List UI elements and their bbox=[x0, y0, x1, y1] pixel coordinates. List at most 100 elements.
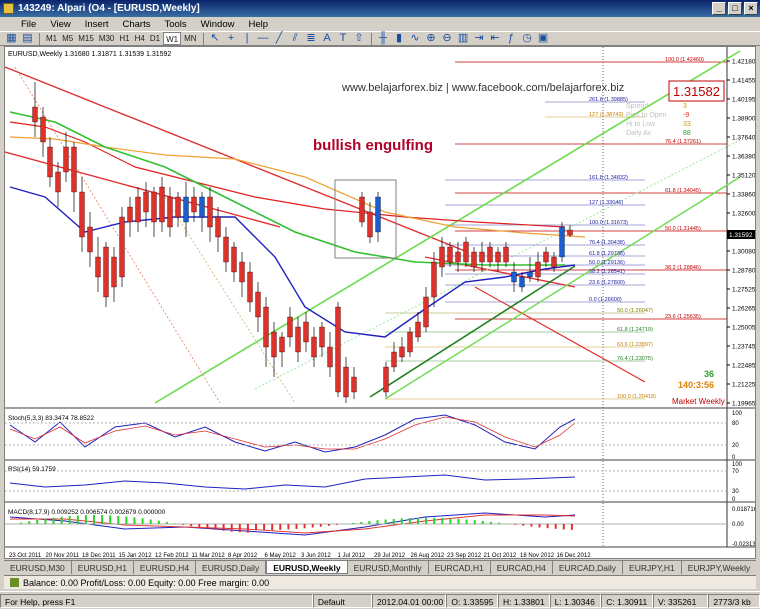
candle-body bbox=[423, 296, 429, 328]
zoom-in-icon[interactable]: ⊕ bbox=[424, 32, 439, 45]
candlestick-icon[interactable]: ▮ bbox=[392, 32, 407, 45]
tile-windows-icon[interactable]: ▥ bbox=[456, 32, 471, 45]
trendline-icon[interactable]: ╱ bbox=[272, 32, 287, 45]
period-m15-button[interactable]: M15 bbox=[76, 32, 96, 45]
candle-body bbox=[239, 261, 245, 283]
profiles-icon[interactable]: ▤ bbox=[20, 32, 35, 45]
time-axis-label: 3 Jun 2012 bbox=[301, 553, 331, 559]
candle-body bbox=[559, 226, 565, 258]
time-axis-label: 18 Nov 2012 bbox=[520, 553, 555, 559]
time-axis-label: 1 Jul 2012 bbox=[338, 553, 366, 559]
candle-body bbox=[471, 251, 477, 268]
price-chart[interactable]: 1.42180 1.41455 1.40195 1.38900 1.37640 1.363… bbox=[5, 47, 756, 559]
candle-body bbox=[439, 246, 445, 268]
arrows-icon[interactable]: ⇧ bbox=[352, 32, 367, 45]
status-low: L: 1.30346 bbox=[549, 593, 602, 608]
candle-body bbox=[295, 326, 301, 353]
autoscroll-icon[interactable]: ⇥ bbox=[472, 32, 487, 45]
close-button[interactable]: × bbox=[744, 2, 758, 15]
chart-tab[interactable]: EURCAD,H1 bbox=[429, 561, 491, 574]
fib-extension-label: 127 (1.33046) bbox=[589, 200, 623, 206]
info-label-pips-to-open: Pips to Open bbox=[626, 112, 667, 119]
candle-body bbox=[79, 191, 85, 238]
info-label-daily-av: Daily Av bbox=[626, 130, 652, 137]
menu-tools[interactable]: Tools bbox=[157, 19, 193, 30]
zoom-out-icon[interactable]: ⊖ bbox=[440, 32, 455, 45]
fib-extension-label: 50.0 (1.26047) bbox=[617, 308, 653, 314]
minimize-button[interactable]: _ bbox=[712, 2, 726, 15]
menu-help[interactable]: Help bbox=[241, 19, 275, 30]
line-chart-icon[interactable]: ∿ bbox=[408, 32, 423, 45]
menu-insert[interactable]: Insert bbox=[78, 19, 116, 30]
candle-body bbox=[119, 216, 125, 278]
fib-level-label: 38.2 (1.28846) bbox=[665, 265, 701, 271]
candle-body bbox=[431, 261, 437, 298]
chart-tab[interactable]: EURCAD,H4 bbox=[491, 561, 553, 574]
new-chart-icon[interactable]: ▦ bbox=[4, 32, 19, 45]
fib-level-label: 23.6 (1.25635) bbox=[665, 314, 701, 320]
time-axis-label: 20 Nov 2011 bbox=[46, 553, 80, 559]
stoch-axis-label: 20 bbox=[732, 443, 739, 449]
macd-axis-label: -0.023138 bbox=[732, 542, 756, 548]
fibonacci-icon[interactable]: ≣ bbox=[304, 32, 319, 45]
period-mn-button[interactable]: MN bbox=[182, 32, 198, 45]
period-w1-button[interactable]: W1 bbox=[163, 32, 182, 45]
toolbar-separator bbox=[202, 32, 204, 45]
chart-tab[interactable]: EURJPY,H1 bbox=[623, 561, 682, 574]
chart-tab[interactable]: EURUSD,Weekly bbox=[266, 561, 348, 574]
candle-body bbox=[479, 251, 485, 263]
chart-tab[interactable]: EURUSD,H4 bbox=[134, 561, 197, 574]
text-icon[interactable]: A bbox=[320, 32, 335, 45]
time-axis-label: 18 Dec 2011 bbox=[82, 553, 116, 559]
candlestick bbox=[383, 362, 389, 397]
menu-file[interactable]: File bbox=[14, 19, 43, 30]
templates-icon[interactable]: ▣ bbox=[536, 32, 551, 45]
chart-window[interactable]: 1.42180 1.41455 1.40195 1.38900 1.37640 1.363… bbox=[4, 46, 756, 559]
chart-tabs: EURUSD,M30 EURUSD,H1 EURUSD,H4 EURUSD,Daily… bbox=[4, 560, 756, 574]
price-axis-label: 1.26265 bbox=[732, 306, 756, 313]
periods-icon[interactable]: ◷ bbox=[520, 32, 535, 45]
pattern-annotation: bullish engulfing bbox=[313, 137, 433, 154]
menu-window[interactable]: Window bbox=[194, 19, 242, 30]
counter-time: 140:3:56 bbox=[678, 380, 714, 390]
fib-extension-label: 161.8 (1.34832) bbox=[589, 175, 628, 181]
chart-tab[interactable]: EURUSD,H1 bbox=[72, 561, 134, 574]
candle-body bbox=[351, 376, 357, 393]
chart-tab[interactable]: EURCAD,Daily bbox=[553, 561, 624, 574]
chart-shift-icon[interactable]: ⇤ bbox=[488, 32, 503, 45]
chart-tab[interactable]: EURUSD,Daily bbox=[196, 561, 267, 574]
cursor-icon[interactable]: ↖ bbox=[208, 32, 223, 45]
candle-body bbox=[175, 196, 181, 218]
time-axis-label: 23 Sep 2012 bbox=[447, 553, 482, 559]
period-m1-button[interactable]: M1 bbox=[44, 32, 59, 45]
vertical-line-icon[interactable]: | bbox=[240, 32, 255, 45]
crosshair-icon[interactable]: + bbox=[224, 32, 239, 45]
status-volume: V: 335261 bbox=[652, 593, 709, 608]
macd-axis-label: 0.00 bbox=[732, 522, 744, 528]
maximize-button[interactable]: □ bbox=[728, 2, 742, 15]
bar-chart-icon[interactable]: ╫ bbox=[376, 32, 391, 45]
label-icon[interactable]: T bbox=[336, 32, 351, 45]
chart-tab[interactable]: EURUSD,Monthly bbox=[348, 561, 429, 574]
period-h4-button[interactable]: H4 bbox=[133, 32, 147, 45]
candle-body bbox=[199, 196, 205, 218]
price-axis-label: 1.37640 bbox=[732, 135, 756, 142]
period-h1-button[interactable]: H1 bbox=[117, 32, 131, 45]
current-price-label: 1.31592 bbox=[729, 232, 753, 239]
menu-view[interactable]: View bbox=[43, 19, 77, 30]
fib-extension-label: 261.8 (1.39885) bbox=[589, 97, 628, 103]
menu-charts[interactable]: Charts bbox=[116, 19, 158, 30]
horizontal-line-icon[interactable]: — bbox=[256, 32, 271, 45]
channel-icon[interactable]: ⫽ bbox=[288, 32, 303, 45]
time-axis-label: 16 Dec 2012 bbox=[557, 553, 592, 559]
time-axis-label: 15 Jan 2012 bbox=[119, 553, 153, 559]
indicators-icon[interactable]: ƒ bbox=[504, 32, 519, 45]
period-m30-button[interactable]: M30 bbox=[97, 32, 117, 45]
candle-body bbox=[40, 116, 46, 143]
period-m5-button[interactable]: M5 bbox=[60, 32, 75, 45]
chart-tab[interactable]: EURUSD,M30 bbox=[4, 561, 72, 574]
chart-tab[interactable]: EURJPY,Weekly bbox=[682, 561, 756, 574]
candle-body bbox=[55, 171, 61, 193]
fib-extension-label: 61.8 (1.29738) bbox=[589, 251, 625, 257]
period-d1-button[interactable]: D1 bbox=[148, 32, 162, 45]
